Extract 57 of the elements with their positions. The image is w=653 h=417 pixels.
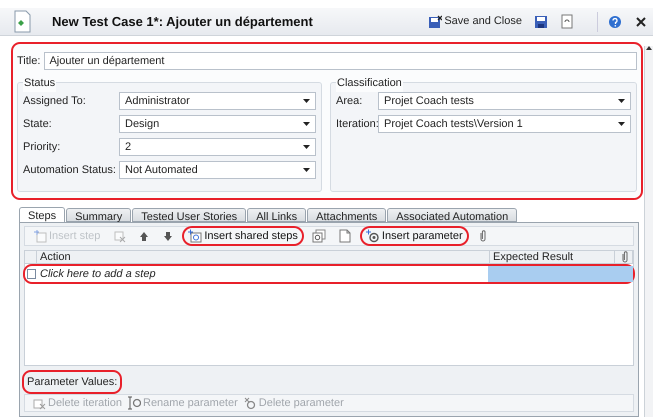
dropdown-arrow-icon	[303, 99, 310, 103]
group-legend: Classification	[336, 75, 403, 92]
field-label: Automation Status:	[23, 162, 117, 178]
document-icon	[338, 229, 352, 243]
tab[interactable]: Attachments	[307, 208, 386, 222]
tab[interactable]: All Links	[247, 208, 306, 222]
title-field[interactable]: Ajouter un département	[44, 52, 637, 70]
field-label: Assigned To:	[23, 94, 87, 109]
field-label: Priority:	[23, 140, 62, 155]
dropdown-arrow-icon	[303, 122, 310, 126]
insert-row-icon	[33, 229, 47, 243]
dropdown-arrow-icon	[303, 168, 310, 172]
section-label: Parameter Values:	[24, 372, 120, 392]
column-header: Expected Result	[490, 251, 615, 263]
down-arrow-icon	[162, 230, 174, 242]
scrollbar[interactable]	[644, 46, 653, 417]
toolbar-icon-button[interactable]	[310, 228, 328, 244]
column-header: Action	[37, 251, 490, 263]
dropdown-arrow-icon	[303, 145, 310, 149]
new-step-row[interactable]: Click here to add a step	[25, 266, 633, 282]
rename-icon	[128, 396, 141, 410]
dropdown-field[interactable]: 2	[119, 138, 316, 156]
tab[interactable]: Associated Automation	[387, 208, 518, 222]
field-label: State:	[23, 116, 53, 132]
save-close-icon	[428, 14, 442, 28]
row-icon	[26, 269, 36, 279]
dropdown-field[interactable]: Projet Coach tests\Version 1	[378, 115, 631, 133]
dropdown-arrow-icon	[618, 99, 625, 103]
shared-steps-icon	[312, 229, 326, 243]
dropdown-field[interactable]: Design	[119, 115, 316, 133]
shared-steps-icon	[188, 229, 202, 243]
tab[interactable]: Summary	[66, 208, 132, 222]
scroll-up-icon[interactable]	[646, 46, 652, 50]
dropdown-arrow-icon	[618, 122, 625, 126]
dropdown-field[interactable]: Not Automated	[119, 161, 316, 179]
field-label: Iteration:	[336, 116, 378, 132]
tab[interactable]: Tested User Stories	[132, 208, 246, 222]
group-legend: Status	[23, 75, 56, 92]
close-icon	[634, 14, 648, 28]
document-icon	[12, 10, 32, 33]
delete-row-icon	[112, 229, 126, 243]
help-icon	[608, 14, 622, 28]
field-label: Area:	[336, 94, 364, 109]
window-title: New Test Case 1*: Ajouter un département	[52, 12, 314, 31]
toolbar-button[interactable]: Insert shared steps	[184, 228, 302, 244]
parameter-delete-icon	[244, 396, 257, 410]
parameter-icon	[366, 229, 380, 243]
up-arrow-icon	[138, 230, 150, 242]
field-label: Title:	[17, 54, 40, 69]
tab[interactable]: Steps	[19, 207, 66, 222]
save-icon	[534, 14, 548, 28]
toolbar-button[interactable]: Insert parameter	[362, 228, 467, 244]
document-icon	[560, 14, 574, 29]
delete-row-icon	[33, 396, 46, 410]
save-close-button[interactable]: Save and Close	[425, 12, 525, 32]
dropdown-field[interactable]: Administrator	[119, 92, 316, 110]
dropdown-field[interactable]: Projet Coach tests	[378, 92, 631, 110]
